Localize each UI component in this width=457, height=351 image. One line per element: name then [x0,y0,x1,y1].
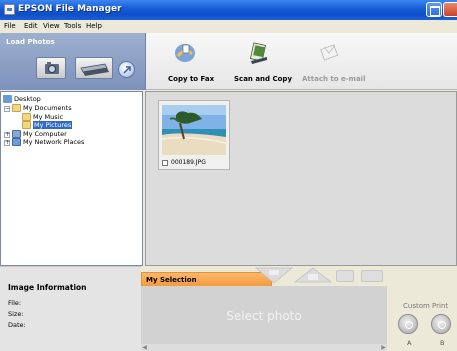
custom-print-a-label: A [407,339,412,347]
custom-print-b-label: B [440,339,445,347]
load-photos-title: Load Photos [6,38,55,46]
custom-print-label: Custom Print [403,302,449,310]
selection-scrollbar[interactable]: ◀ ▶ [141,344,387,351]
pictures-folder-icon [22,121,31,129]
expand-toggle[interactable]: + [4,140,10,146]
menu-help[interactable]: Help [86,22,102,30]
attach-to-email-button: Attach to e-mail [302,75,366,83]
size-label: Size: [8,310,24,318]
selection-area[interactable]: Select photo [141,286,387,351]
fax-icon[interactable] [173,41,197,65]
scanner-icon [80,63,109,76]
folder-icon [12,104,21,112]
title-bar: EPSON File Manager [0,0,457,20]
tree-item-my-music[interactable]: My Music [22,113,63,121]
tree-item-my-computer[interactable]: My Computer [12,130,67,138]
folder-tree: Desktop − My Documents My Music My Pictu… [0,91,143,266]
thumbnail-checkbox[interactable] [162,160,168,166]
grid-view-icon [336,270,354,282]
load-more-button[interactable] [118,61,135,78]
up-arrow-icon [293,267,333,283]
custom-print-b-button[interactable] [431,314,451,334]
beach-photo [162,105,226,155]
menu-tools[interactable]: Tools [64,22,81,30]
scanner-load-button[interactable] [75,57,113,79]
photo-thumbnail[interactable]: 000189.JPG [158,100,230,170]
menu-file[interactable]: File [4,22,16,30]
music-folder-icon [22,113,31,121]
expand-toggle[interactable]: + [4,132,10,138]
close-button[interactable] [443,2,457,17]
image-info-pane: Image Information File: Size: Date: [0,266,141,351]
select-photo-placeholder: Select photo [226,309,302,323]
network-icon [12,138,21,146]
arrow-icon [123,66,131,74]
selection-pane: My Selection Select photo ◀ ▶ Custom Pri… [141,266,457,351]
camera-icon [45,62,59,74]
menu-view[interactable]: View [43,22,60,30]
scroll-right-icon[interactable]: ▶ [380,344,387,351]
app-icon [4,4,15,15]
custom-print-a-button[interactable] [398,314,418,334]
desktop-icon [3,95,12,103]
tree-item-desktop[interactable]: Desktop [3,95,41,103]
toolbar: Load Photos Copy to Fax Scan and Copy At… [0,33,457,90]
beach-photo-image [162,105,226,155]
copy-to-fax-button[interactable]: Copy to Fax [168,75,214,83]
my-selection-tab[interactable]: My Selection [141,272,272,286]
window-title: EPSON File Manager [18,4,122,14]
tree-item-my-network-places[interactable]: My Network Places [12,138,84,146]
collapse-toggle[interactable]: − [4,106,10,112]
tree-item-my-documents[interactable]: My Documents [12,104,72,112]
tree-item-my-pictures[interactable]: My Pictures [22,121,73,129]
thumbnail-filename: 000189.JPG [171,159,206,166]
menu-edit[interactable]: Edit [24,22,38,30]
camera-load-button[interactable] [36,57,66,79]
thumbnail-pane: 000189.JPG [145,91,457,266]
down-arrow-icon [254,267,294,284]
photo-view-icon [361,270,383,282]
scan-copy-icon[interactable] [248,41,270,65]
file-label: File: [8,299,22,307]
maximize-button[interactable] [426,2,442,17]
computer-icon [12,130,21,138]
load-photos-panel: Load Photos [0,33,146,90]
date-label: Date: [8,321,26,329]
email-icon [320,44,339,61]
app-window: EPSON File Manager File Edit View Tools … [0,0,457,351]
scan-and-copy-button[interactable]: Scan and Copy [234,75,292,83]
image-info-title: Image Information [8,283,87,292]
scroll-left-icon[interactable]: ◀ [141,344,148,351]
menu-bar: File Edit View Tools Help [0,20,457,33]
